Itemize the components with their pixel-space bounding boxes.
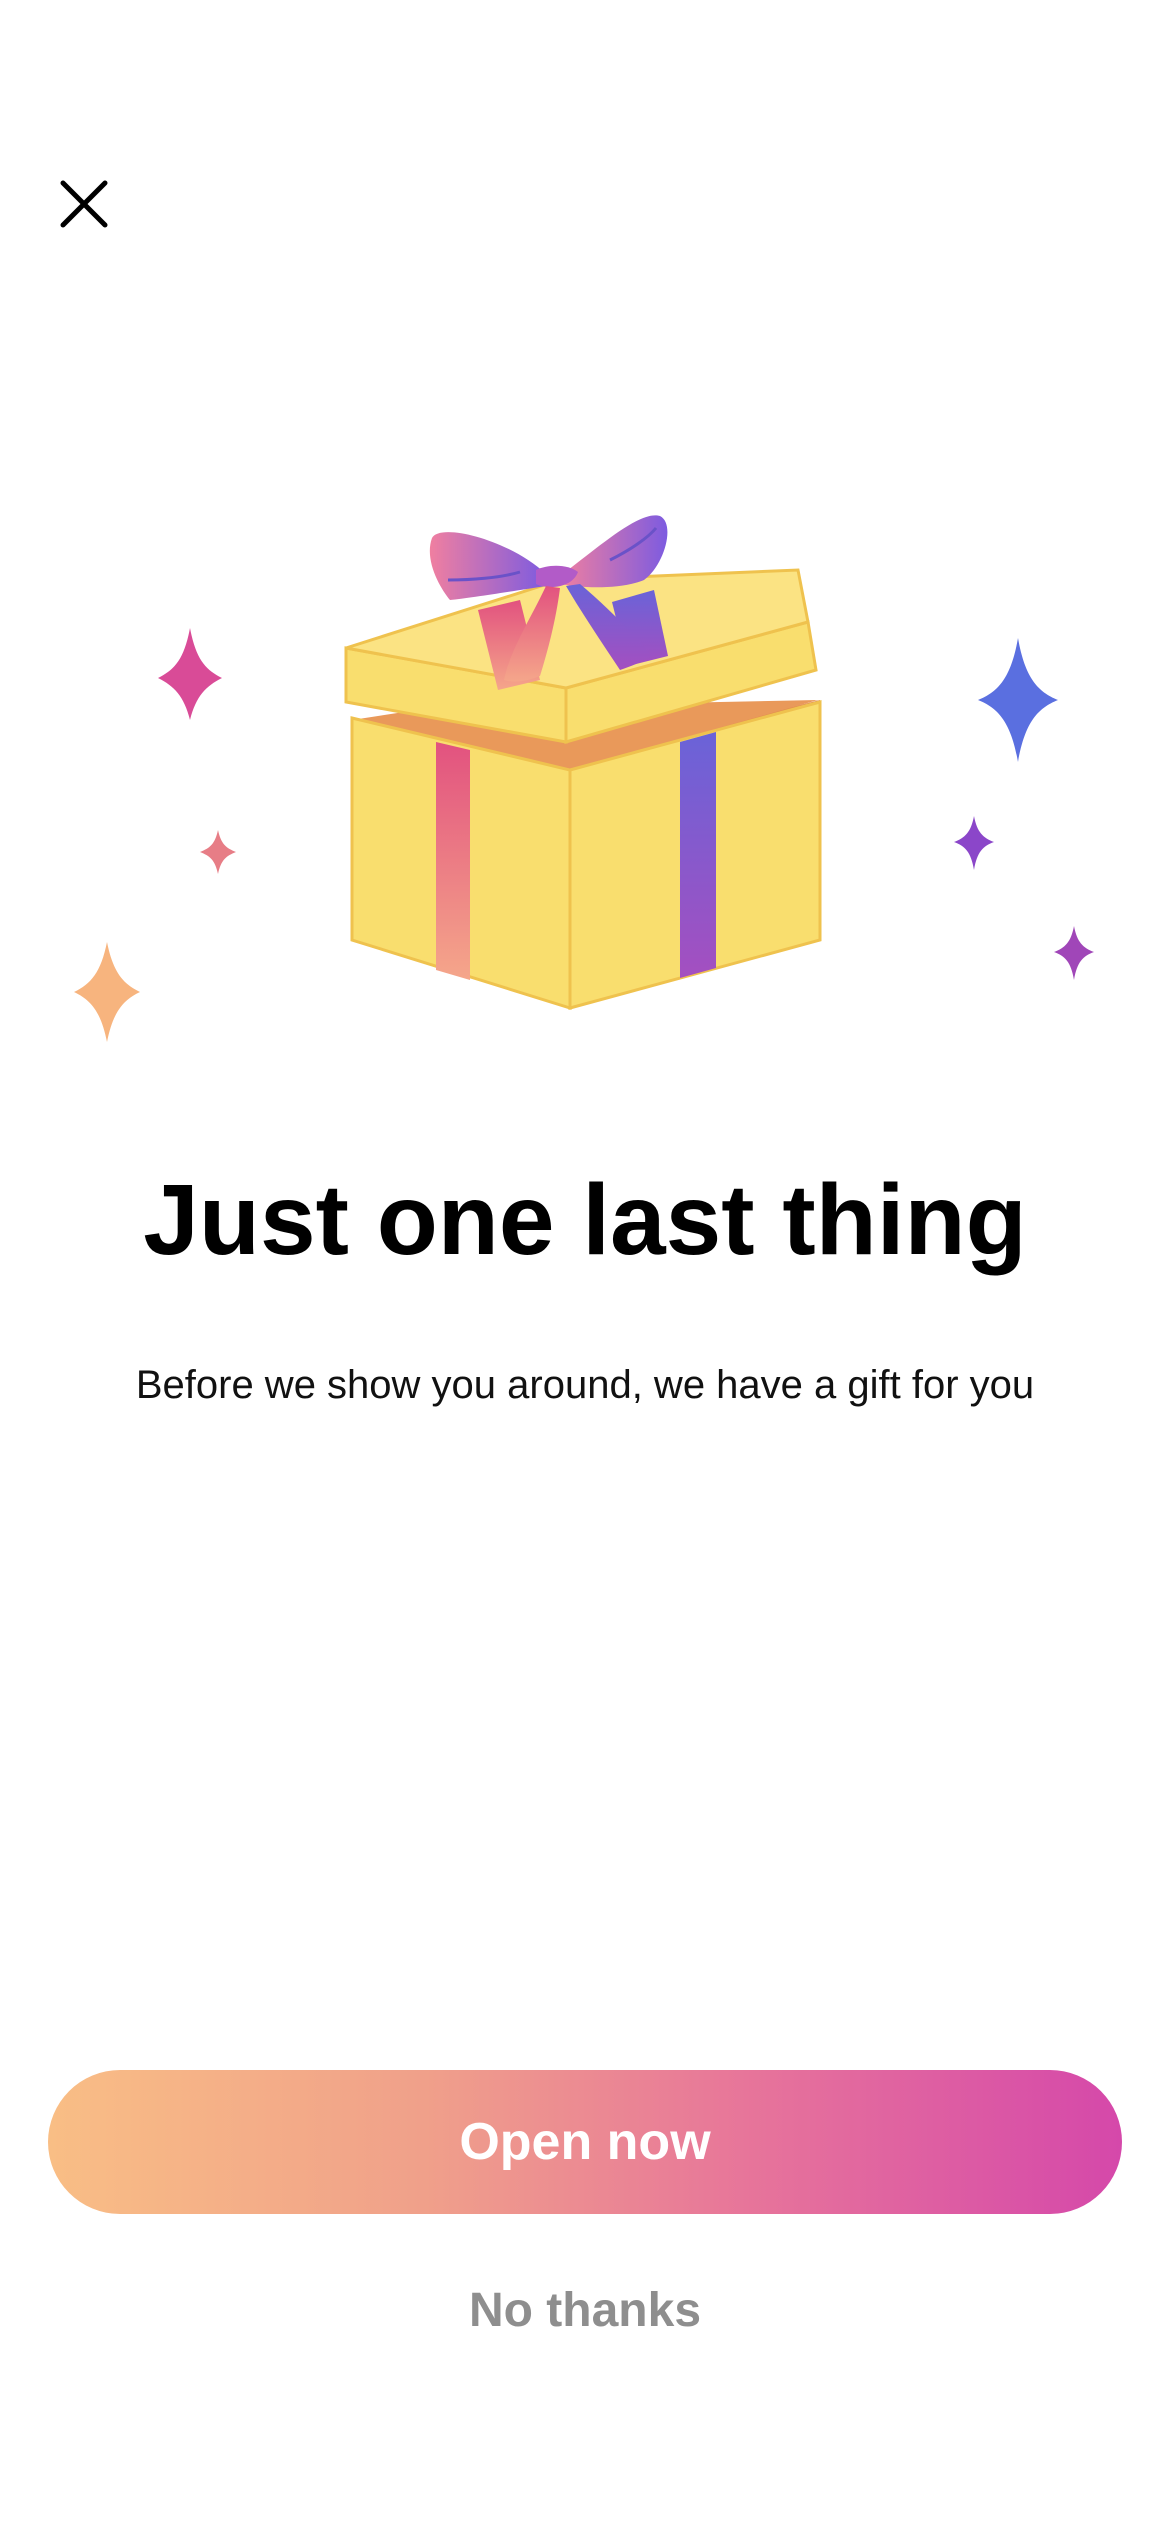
sparkle-icon: [954, 816, 994, 870]
sparkle-icon: [978, 638, 1058, 762]
close-icon: [60, 180, 108, 228]
no-thanks-button[interactable]: No thanks: [335, 2270, 835, 2350]
page-subtitle: Before we show you around, we have a gif…: [135, 1363, 1035, 1407]
open-now-button[interactable]: Open now: [48, 2070, 1122, 2214]
sparkle-icon: [1054, 926, 1094, 980]
sparkle-icon: [200, 830, 236, 874]
page-title: Just one last thing: [143, 1164, 1027, 1276]
sparkle-icon: [74, 942, 140, 1042]
gift-illustration: [74, 515, 1094, 1042]
sparkle-icon: [158, 628, 222, 720]
close-button[interactable]: [40, 160, 128, 248]
